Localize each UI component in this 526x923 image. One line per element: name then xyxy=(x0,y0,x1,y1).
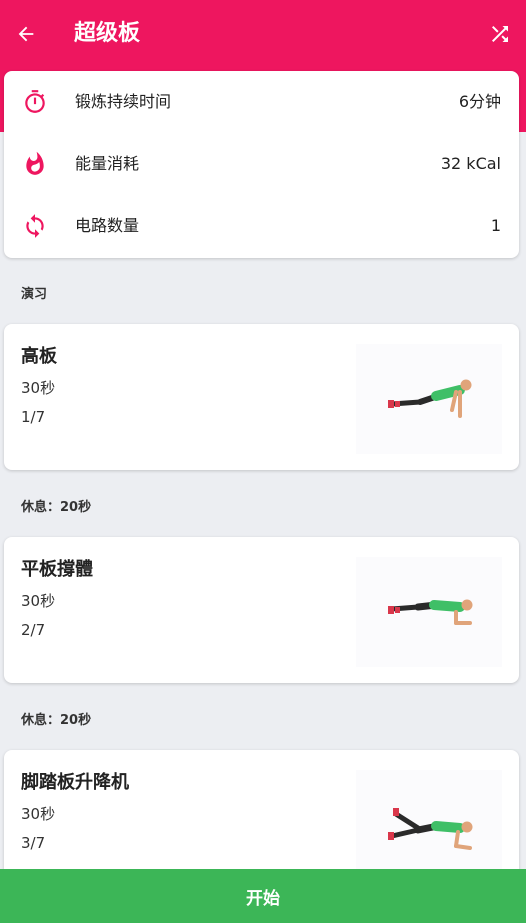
rest-info: 休息：20秒 xyxy=(21,496,91,515)
shuffle-icon xyxy=(492,26,508,42)
energy-label: 能量消耗 xyxy=(75,154,140,173)
exercise-thumbnail xyxy=(356,770,502,880)
exercise-name: 平板撐體 xyxy=(21,559,93,580)
workout-summary-card: 锻炼持续时间 6分钟 能量消耗 32 kCal 电路数量 1 xyxy=(4,71,519,258)
exercises-heading: 演习 xyxy=(21,287,48,302)
exercise-name: 高板 xyxy=(21,346,57,367)
duration-label: 锻炼持续时间 xyxy=(75,92,172,111)
rest-value: 20秒 xyxy=(60,500,92,515)
exercise-duration: 30秒 xyxy=(21,379,56,397)
exercise-index: 2/7 xyxy=(21,621,46,639)
exercise-thumbnail xyxy=(356,557,502,667)
exercise-duration: 30秒 xyxy=(21,592,56,610)
rest-info: 休息：20秒 xyxy=(21,709,91,728)
page-title: 超级板 xyxy=(74,21,141,46)
exercise-name: 脚踏板升降机 xyxy=(21,772,129,793)
duration-value: 6分钟 xyxy=(458,92,501,111)
circuits-row: 电路数量 1 xyxy=(4,195,519,257)
repeat-icon xyxy=(22,213,48,239)
exercise-index: 1/7 xyxy=(21,408,46,426)
shuffle-button[interactable] xyxy=(486,20,514,48)
circuits-value: 1 xyxy=(490,216,501,235)
exercise-duration: 30秒 xyxy=(21,805,56,823)
energy-row: 能量消耗 32 kCal xyxy=(4,133,519,195)
exercise-index: 3/7 xyxy=(21,834,46,852)
exercise-card[interactable]: 平板撐體 30秒 2/7 xyxy=(4,537,519,683)
back-button[interactable] xyxy=(12,20,40,48)
energy-value: 32 kCal xyxy=(440,154,501,173)
exercise-thumbnail xyxy=(356,344,502,454)
exercise-card[interactable]: 高板 30秒 1/7 xyxy=(4,324,519,470)
flame-icon xyxy=(22,151,48,177)
duration-row: 锻炼持续时间 6分钟 xyxy=(4,71,519,133)
circuits-label: 电路数量 xyxy=(75,216,140,235)
rest-label: 休息： xyxy=(21,713,61,728)
rest-label: 休息： xyxy=(21,500,61,515)
arrow-left-icon xyxy=(18,26,34,42)
stopwatch-icon xyxy=(22,89,48,115)
start-button[interactable]: 开始 xyxy=(0,869,526,923)
rest-value: 20秒 xyxy=(60,713,92,728)
